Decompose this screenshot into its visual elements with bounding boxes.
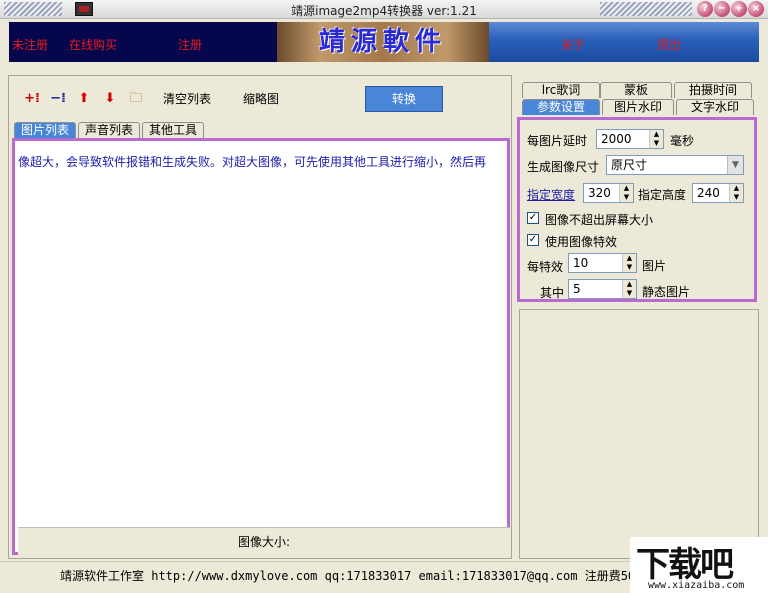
unregistered-link[interactable]: 未注册 xyxy=(12,36,48,53)
move-down-icon[interactable]: ⬇ xyxy=(101,90,119,108)
width-input[interactable]: 320 ▲ ▼ xyxy=(583,183,634,203)
title-bar: 靖源image2mp4转换器 ver:1.21 ? − + × xyxy=(0,0,768,19)
spin-arrows-icon[interactable]: ▲ ▼ xyxy=(622,254,636,272)
chevron-down-icon: ▼ xyxy=(727,156,743,174)
image-size-label: 图像大小: xyxy=(18,527,510,555)
maximize-button[interactable]: + xyxy=(731,1,747,17)
watermark-logo: 下载吧 xyxy=(636,545,734,585)
move-up-icon[interactable]: ⬆ xyxy=(75,90,93,108)
image-size-select-label: 生成图像尺寸 xyxy=(527,160,600,174)
clear-list-button[interactable]: 清空列表 xyxy=(163,90,211,107)
tab-image-watermark[interactable]: 图片水印 xyxy=(602,99,674,115)
spin-arrows-icon[interactable]: ▲ ▼ xyxy=(622,280,636,298)
spin-arrows-icon[interactable]: ▲ ▼ xyxy=(649,130,663,148)
banner-logo: 靖源軟件 xyxy=(277,22,489,62)
effects-checkbox[interactable]: ✓ xyxy=(527,234,539,246)
scroll-message: 像超大，会导致软件报错和生成失败。对超大图像，可先使用其他工具进行缩小，然后再 xyxy=(18,155,487,169)
about-link[interactable]: 关于 xyxy=(561,36,585,53)
close-button[interactable]: × xyxy=(748,1,764,17)
tab-capture-time[interactable]: 拍摄时间 xyxy=(674,82,752,98)
tab-text-watermark[interactable]: 文字水印 xyxy=(676,99,754,115)
per-effect-label: 每特效 xyxy=(527,260,564,274)
banner-sky xyxy=(489,22,759,62)
minimize-button[interactable]: − xyxy=(714,1,730,17)
delay-unit: 毫秒 xyxy=(670,134,695,148)
image-size-select[interactable]: 原尺寸 ▼ xyxy=(606,155,744,175)
thumbnail-button[interactable]: 缩略图 xyxy=(243,90,279,107)
of-which-label: 其中 xyxy=(540,286,565,300)
width-link[interactable]: 指定宽度 xyxy=(527,186,575,203)
tab-parameters[interactable]: 参数设置 xyxy=(522,99,600,115)
of-which-unit: 静态图片 xyxy=(642,285,691,299)
exit-link[interactable]: 退出 xyxy=(657,36,681,53)
remove-icon[interactable]: −⁞ xyxy=(49,90,67,108)
height-label: 指定高度 xyxy=(638,188,687,202)
effects-label: 使用图像特效 xyxy=(545,235,618,249)
status-text: 靖源软件工作室 http://www.dxmylove.com qq:17183… xyxy=(60,569,636,583)
spin-arrows-icon[interactable]: ▲ ▼ xyxy=(729,184,743,202)
tab-other-tools[interactable]: 其他工具 xyxy=(142,122,204,138)
no-exceed-checkbox[interactable]: ✓ xyxy=(527,212,539,224)
delay-label: 每图片延时 xyxy=(527,134,588,148)
help-button[interactable]: ? xyxy=(697,1,713,17)
height-input[interactable]: 240 ▲ ▼ xyxy=(692,183,744,203)
watermark-url: www.xiazaiba.com xyxy=(648,580,745,591)
tab-image-list[interactable]: 图片列表 xyxy=(14,122,76,138)
spin-arrows-icon[interactable]: ▲ ▼ xyxy=(619,184,633,202)
per-effect-input[interactable]: 10 ▲ ▼ xyxy=(568,253,637,273)
tab-lrc-lyrics[interactable]: lrc歌词 xyxy=(522,82,600,98)
title-stripes-right xyxy=(600,2,692,16)
convert-button[interactable]: 转换 xyxy=(365,86,443,112)
of-which-input[interactable]: 5 ▲ ▼ xyxy=(568,279,637,299)
buy-online-link[interactable]: 在线购买 xyxy=(69,36,117,53)
per-effect-unit: 图片 xyxy=(642,259,667,273)
folder-icon[interactable]: 🗀 xyxy=(127,90,145,108)
delay-input[interactable]: 2000 ▲ ▼ xyxy=(596,129,664,149)
tab-sound-list[interactable]: 声音列表 xyxy=(78,122,140,138)
no-exceed-label: 图像不超出屏幕大小 xyxy=(545,213,654,227)
right-lower-panel xyxy=(519,309,759,559)
tab-mask[interactable]: 蒙板 xyxy=(600,82,672,98)
add-icon[interactable]: +⁞ xyxy=(23,90,41,108)
register-link[interactable]: 注册 xyxy=(178,36,202,53)
image-list[interactable]: 像超大，会导致软件报错和生成失败。对超大图像，可先使用其他工具进行缩小，然后再 … xyxy=(12,138,510,555)
